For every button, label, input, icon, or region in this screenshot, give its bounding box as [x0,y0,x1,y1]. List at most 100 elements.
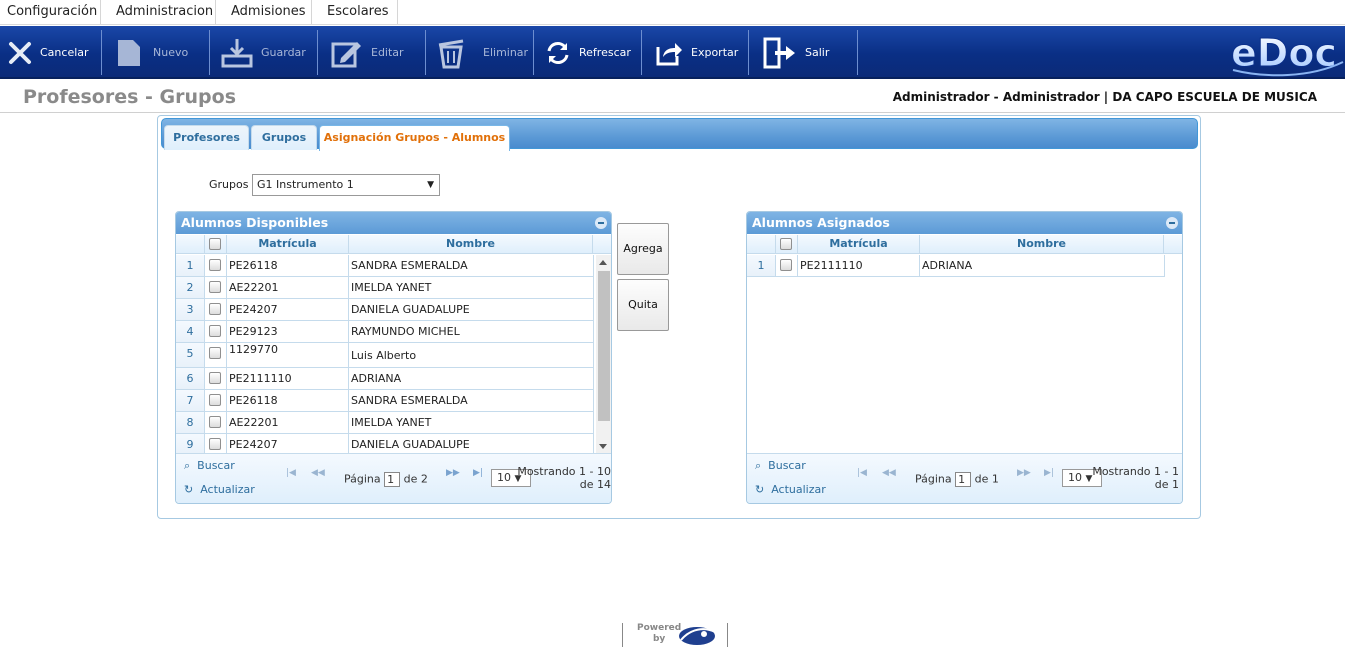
scroll-down-icon[interactable] [599,444,607,449]
row-checkbox[interactable] [209,394,221,406]
download-icon [221,38,253,67]
collapse-icon[interactable] [1166,217,1178,229]
quita-button[interactable]: Quita [617,279,669,331]
table-row[interactable]: 1 PE26118 SANDRA ESMERALDA [176,255,594,277]
cell-matricula: AE22201 [229,281,279,294]
row-number: 8 [176,412,205,433]
trash-icon [438,39,464,68]
row-checkbox[interactable] [209,416,221,428]
row-checkbox[interactable] [209,325,221,337]
next-page-icon[interactable]: ▶▶ [1017,468,1031,478]
page-input[interactable]: 1 [955,472,972,487]
col-nombre[interactable]: Nombre [349,235,593,254]
row-number: 7 [176,390,205,411]
dropdown-arrow-icon: ▼ [427,180,434,190]
export-icon [656,42,682,65]
svg-text:eDoc: eDoc [1231,31,1337,75]
cell-matricula: PE24207 [229,438,278,451]
toolbar: Cancelar Nuevo Guardar Editar Eliminar R… [0,26,1345,79]
row-checkbox[interactable] [209,281,221,293]
col-matricula[interactable]: Matrícula [227,235,349,254]
edit-button[interactable]: Editar [331,26,404,79]
grupos-select[interactable]: G1 Instrumento 1 ▼ [252,174,440,196]
delete-button[interactable]: Eliminar [437,26,528,79]
prev-page-icon[interactable]: ◀◀ [882,468,896,478]
col-nombre[interactable]: Nombre [920,235,1164,254]
row-checkbox[interactable] [209,259,221,271]
export-label: Exportar [691,46,739,59]
last-page-icon[interactable]: ▶| [473,468,483,478]
cell-nombre: SANDRA ESMERALDA [351,259,468,272]
cell-matricula: PE24207 [229,303,278,316]
save-button[interactable]: Guardar [221,26,306,79]
row-checkbox[interactable] [209,372,221,384]
prev-page-icon[interactable]: ◀◀ [311,468,325,478]
table-row[interactable]: 6 PE2111110 ADRIANA [176,368,594,390]
next-page-icon[interactable]: ▶▶ [446,468,460,478]
table-row[interactable]: 1 PE2111110 ADRIANA [747,255,1165,277]
edoc-logo: eDoc [1231,31,1344,77]
cancel-button[interactable]: Cancelar [8,26,89,79]
refresh-button[interactable]: Refrescar [545,26,631,79]
table-row[interactable]: 4 PE29123 RAYMUNDO MICHEL [176,321,594,343]
grid-caption-text: Alumnos Asignados [752,215,890,230]
table-row[interactable]: 5 1129770 Luis Alberto [176,343,594,368]
cell-matricula: PE2111110 [800,259,863,272]
table-row[interactable]: 8 AE22201 IMELDA YANET [176,412,594,434]
powered-by: Powered by [622,623,728,647]
select-all-checkbox[interactable] [780,238,792,250]
x-icon [9,41,31,64]
row-number: 9 [176,434,205,455]
row-checkbox[interactable] [209,438,221,450]
tab-asignacion[interactable]: Asignación Grupos - Alumnos [319,125,510,151]
page-indicator: Página 1 de 2 [344,472,428,487]
menu-escolares[interactable]: Escolares [312,0,398,24]
row-checkbox[interactable] [209,303,221,315]
agrega-button[interactable]: Agrega [617,223,669,275]
table-row[interactable]: 3 PE24207 DANIELA GUADALUPE [176,299,594,321]
grid-caption: Alumnos Disponibles [176,212,611,234]
table-row[interactable]: 7 PE26118 SANDRA ESMERALDA [176,390,594,412]
export-button[interactable]: Exportar [655,26,738,79]
new-button[interactable]: Nuevo [117,26,188,79]
scroll-thumb[interactable] [598,271,610,421]
menu-configuracion[interactable]: Configuración [0,0,101,24]
first-page-icon[interactable]: |◀ [857,468,867,478]
table-row[interactable]: 2 AE22201 IMELDA YANET [176,277,594,299]
collapse-icon[interactable] [595,217,607,229]
document-icon [118,39,140,66]
last-page-icon[interactable]: ▶| [1044,468,1054,478]
user-info: Administrador - Administrador | DA CAPO … [892,90,1317,104]
select-all-checkbox[interactable] [209,238,221,250]
buscar-link[interactable]: ⌕ Buscar [755,459,806,473]
records-info: Mostrando 1 - 1 de 1 [1092,465,1179,491]
tab-bar: Profesores Grupos Asignación Grupos - Al… [161,118,1198,151]
row-number: 4 [176,321,205,342]
menu-admisiones[interactable]: Admisiones [216,0,312,24]
tab-grupos[interactable]: Grupos [251,125,317,150]
powered-text: Powered by [637,623,682,644]
company-logo [679,627,716,645]
col-matricula[interactable]: Matrícula [798,235,920,254]
row-checkbox[interactable] [209,347,221,359]
row-checkbox[interactable] [780,259,792,271]
actualizar-link[interactable]: ↻ Actualizar [755,483,826,496]
cell-matricula: PE26118 [229,259,278,272]
page-input[interactable]: 1 [384,472,401,487]
scrollbar[interactable] [596,255,611,454]
menu-administracion[interactable]: Administracion [101,0,216,24]
buscar-link[interactable]: ⌕ Buscar [184,459,235,473]
grid-caption-text: Alumnos Disponibles [181,215,329,230]
edit-icon [331,41,361,67]
grid-pager: ⌕ Buscar ↻ Actualizar |◀ ◀◀ Página 1 de … [747,453,1182,503]
tab-profesores[interactable]: Profesores [164,125,249,150]
first-page-icon[interactable]: |◀ [286,468,296,478]
actualizar-link[interactable]: ↻ Actualizar [184,483,255,496]
cell-matricula: PE2111110 [229,372,292,385]
row-number: 6 [176,368,205,389]
menu-bar: Configuración Administracion Admisiones … [0,0,1345,25]
scroll-up-icon[interactable] [599,260,607,265]
cell-nombre: ADRIANA [351,372,402,385]
exit-button[interactable]: Salir [763,26,829,79]
cell-nombre: ADRIANA [922,259,973,272]
